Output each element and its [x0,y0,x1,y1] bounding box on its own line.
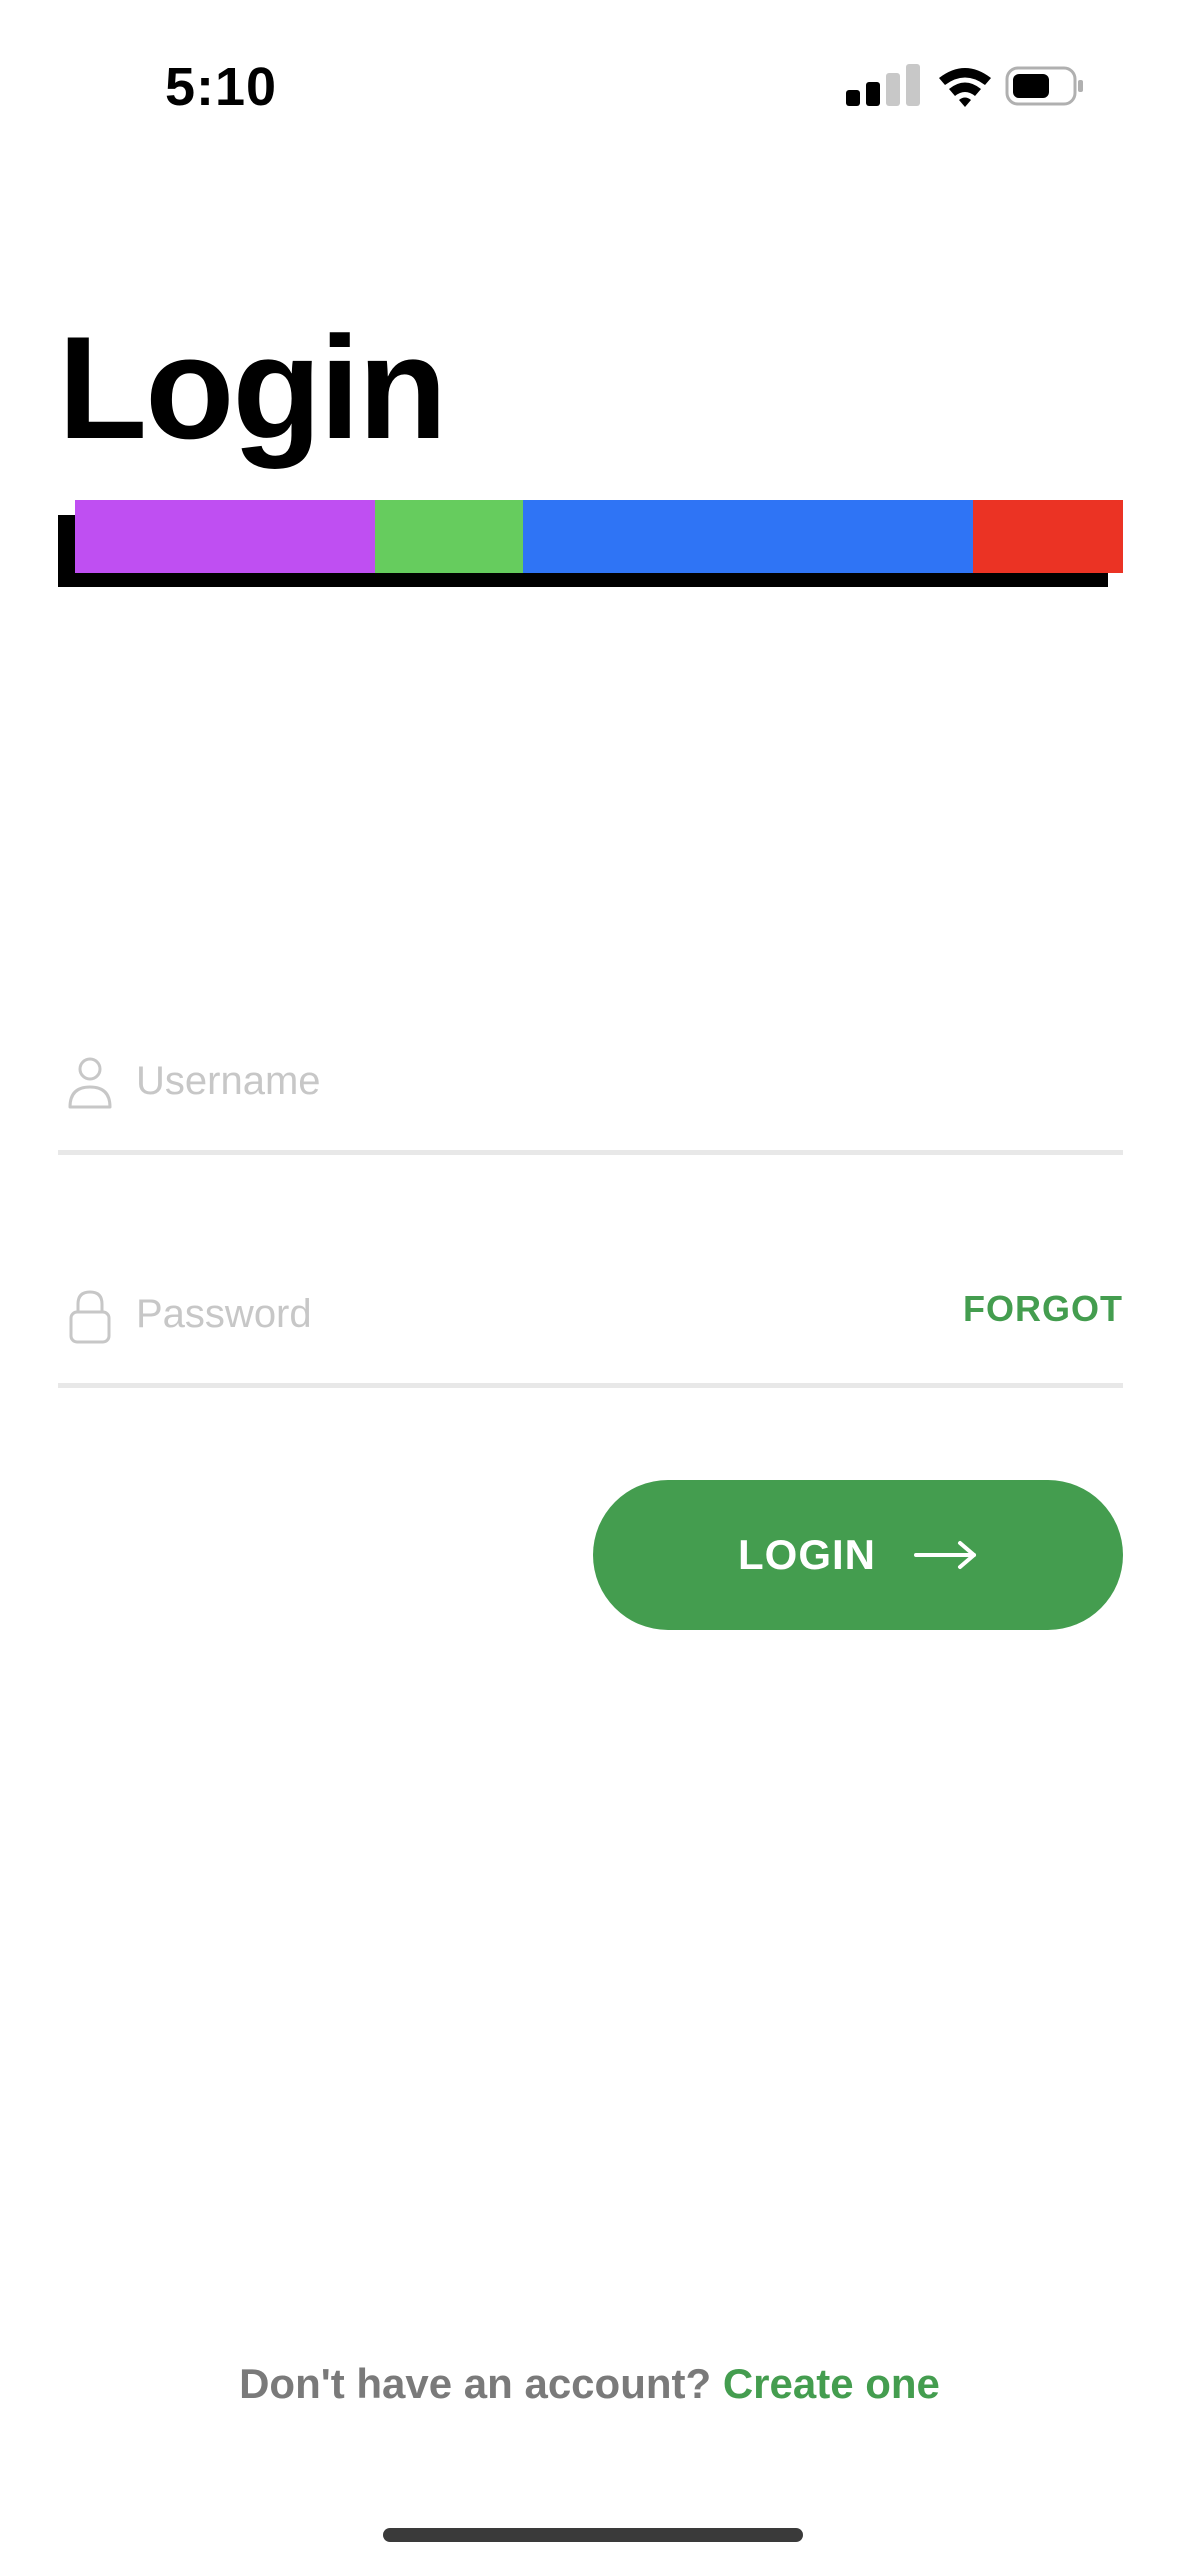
wifi-icon [939,68,991,107]
username-field [58,1015,1123,1155]
username-input[interactable] [134,1045,938,1117]
signup-prompt: Don't have an account? Create one [0,2360,1179,2408]
status-icons [840,62,1090,112]
password-underline [58,1383,1123,1388]
login-button-label: LOGIN [738,1531,876,1578]
username-underline [58,1150,1123,1155]
user-icon [68,1057,112,1109]
color-bar-segment-red [973,500,1123,573]
color-bar-segment-purple [75,500,375,573]
login-button[interactable]: LOGIN [593,1480,1123,1630]
create-account-link[interactable]: Create one [723,2360,940,2407]
password-input[interactable] [134,1278,938,1350]
password-field: FORGOT [58,1248,1123,1388]
signal-icon [846,64,920,106]
color-bar-segment-green [375,500,523,573]
signup-prompt-text: Don't have an account? [239,2360,712,2407]
forgot-password-link[interactable]: FORGOT [963,1288,1123,1330]
status-time: 5:10 [165,57,278,117]
arrow-right-icon [914,1541,976,1569]
battery-icon [1005,66,1083,106]
color-bar-segment-blue [523,500,973,573]
page-title: Login [58,306,447,469]
lock-icon [69,1290,111,1344]
home-indicator [383,2528,803,2542]
